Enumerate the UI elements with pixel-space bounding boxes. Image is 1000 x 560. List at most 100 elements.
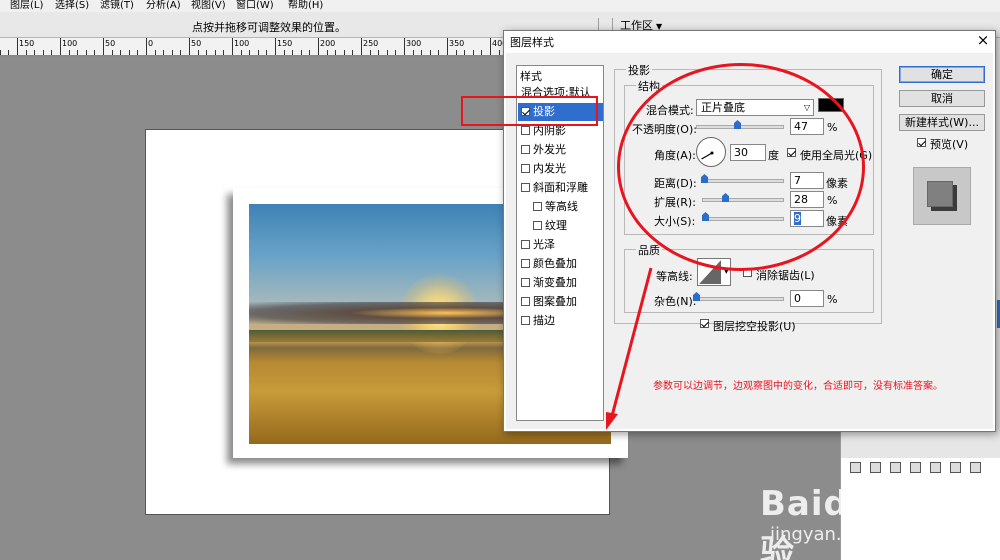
ruler-tick: [180, 50, 181, 55]
ruler-tick: [335, 50, 336, 55]
layers-panel-toolbar: [850, 462, 990, 476]
fx-icon[interactable]: [870, 462, 881, 473]
ruler-tick: [327, 50, 328, 55]
style-checkbox[interactable]: [521, 164, 530, 173]
style-checkbox[interactable]: [521, 145, 530, 154]
folder-icon[interactable]: [930, 462, 941, 473]
style-item[interactable]: 外发光: [518, 141, 603, 159]
style-checkbox[interactable]: [521, 259, 530, 268]
baidu-watermark: Baidu 经验 jingyan.baidu.com: [760, 476, 950, 560]
ruler-tick: [456, 50, 457, 55]
ruler-tick: [490, 38, 491, 55]
ruler-tick: [447, 38, 448, 55]
style-item[interactable]: 渐变叠加: [518, 274, 603, 292]
ruler-label: 150: [277, 39, 293, 48]
preview-checkbox[interactable]: [917, 138, 926, 147]
styles-list-header[interactable]: 样式: [520, 68, 542, 84]
ruler-tick: [499, 50, 500, 55]
style-checkbox[interactable]: [521, 316, 530, 325]
style-checkbox[interactable]: [521, 126, 530, 135]
ruler-tick: [284, 50, 285, 55]
ruler-tick: [421, 50, 422, 55]
link-icon[interactable]: [850, 462, 861, 473]
adjustment-icon[interactable]: [910, 462, 921, 473]
ruler-label: 150: [19, 39, 35, 48]
style-item[interactable]: 内发光: [518, 160, 603, 178]
ruler-tick: [413, 50, 414, 55]
style-checkbox[interactable]: [521, 278, 530, 287]
ruler-tick: [301, 50, 302, 55]
ruler-tick: [241, 50, 242, 55]
ruler-label: 100: [62, 39, 78, 48]
style-item-label: 渐变叠加: [533, 276, 577, 289]
ruler-tick: [103, 38, 104, 55]
noise-slider[interactable]: [696, 297, 784, 301]
ruler-tick: [43, 50, 44, 55]
style-checkbox[interactable]: [521, 297, 530, 306]
knockout-checkbox[interactable]: [700, 319, 709, 328]
noise-value: 0: [794, 292, 801, 305]
ruler-tick: [51, 50, 52, 55]
style-item-label: 颜色叠加: [533, 257, 577, 270]
ruler-tick: [438, 50, 439, 55]
preview-label: 预览(V): [930, 138, 969, 151]
ruler-tick: [0, 50, 1, 55]
menu-item[interactable]: 视图(V): [191, 0, 226, 11]
ruler-tick: [77, 50, 78, 55]
style-item[interactable]: 图案叠加: [518, 293, 603, 311]
watermark-url: jingyan.baidu.com: [770, 524, 937, 545]
style-item[interactable]: 等高线: [518, 198, 603, 216]
style-item-label: 图案叠加: [533, 295, 577, 308]
ruler-tick: [198, 50, 199, 55]
menu-item[interactable]: 分析(A): [146, 0, 181, 11]
ruler-tick: [129, 50, 130, 55]
menu-item[interactable]: 窗口(W): [236, 0, 274, 11]
ruler-tick: [275, 38, 276, 55]
ruler-tick: [258, 50, 259, 55]
style-checkbox[interactable]: [533, 202, 542, 211]
style-checkbox[interactable]: [521, 240, 530, 249]
ruler-tick: [163, 50, 164, 55]
mask-icon[interactable]: [890, 462, 901, 473]
ruler-tick: [137, 50, 138, 55]
contour-label: 等高线:: [656, 270, 693, 283]
ruler-tick: [172, 50, 173, 55]
ruler-tick: [404, 38, 405, 55]
style-checkbox[interactable]: [521, 183, 530, 192]
ruler-tick: [249, 50, 250, 55]
style-item[interactable]: 颜色叠加: [518, 255, 603, 273]
ruler-tick: [370, 50, 371, 55]
ruler-tick: [112, 50, 113, 55]
ruler-tick: [8, 50, 9, 55]
style-item[interactable]: 描边: [518, 312, 603, 330]
style-item[interactable]: 斜面和浮雕: [518, 179, 603, 197]
new-layer-icon[interactable]: [950, 462, 961, 473]
ok-button[interactable]: 确定: [899, 66, 985, 83]
noise-input[interactable]: 0: [790, 290, 824, 307]
menu-item[interactable]: 选择(S): [55, 0, 89, 11]
trash-icon[interactable]: [970, 462, 981, 473]
menu-item[interactable]: 滤镜(T): [100, 0, 134, 11]
ruler-tick: [361, 38, 362, 55]
ruler-label: 50: [105, 39, 116, 48]
ruler-label: 200: [320, 39, 336, 48]
ruler-tick: [387, 50, 388, 55]
baidu-logo: Baidu 经验: [760, 484, 922, 560]
ruler-tick: [309, 50, 310, 55]
style-item-label: 描边: [533, 314, 555, 327]
ruler-tick: [60, 38, 61, 55]
style-item-label: 等高线: [545, 200, 578, 213]
style-item[interactable]: 光泽: [518, 236, 603, 254]
cancel-button[interactable]: 取消: [899, 90, 985, 107]
style-item-label: 内发光: [533, 162, 566, 175]
ruler-tick: [17, 38, 18, 55]
close-icon[interactable]: ×: [974, 31, 992, 49]
ruler-tick: [352, 50, 353, 55]
new-style-button[interactable]: 新建样式(W)...: [899, 114, 985, 131]
menu-item[interactable]: 帮助(H): [288, 0, 323, 11]
dialog-title: 图层样式: [510, 36, 554, 49]
ruler-tick: [292, 50, 293, 55]
style-checkbox[interactable]: [533, 221, 542, 230]
menu-item[interactable]: 图层(L): [10, 0, 43, 11]
style-item[interactable]: 纹理: [518, 217, 603, 235]
